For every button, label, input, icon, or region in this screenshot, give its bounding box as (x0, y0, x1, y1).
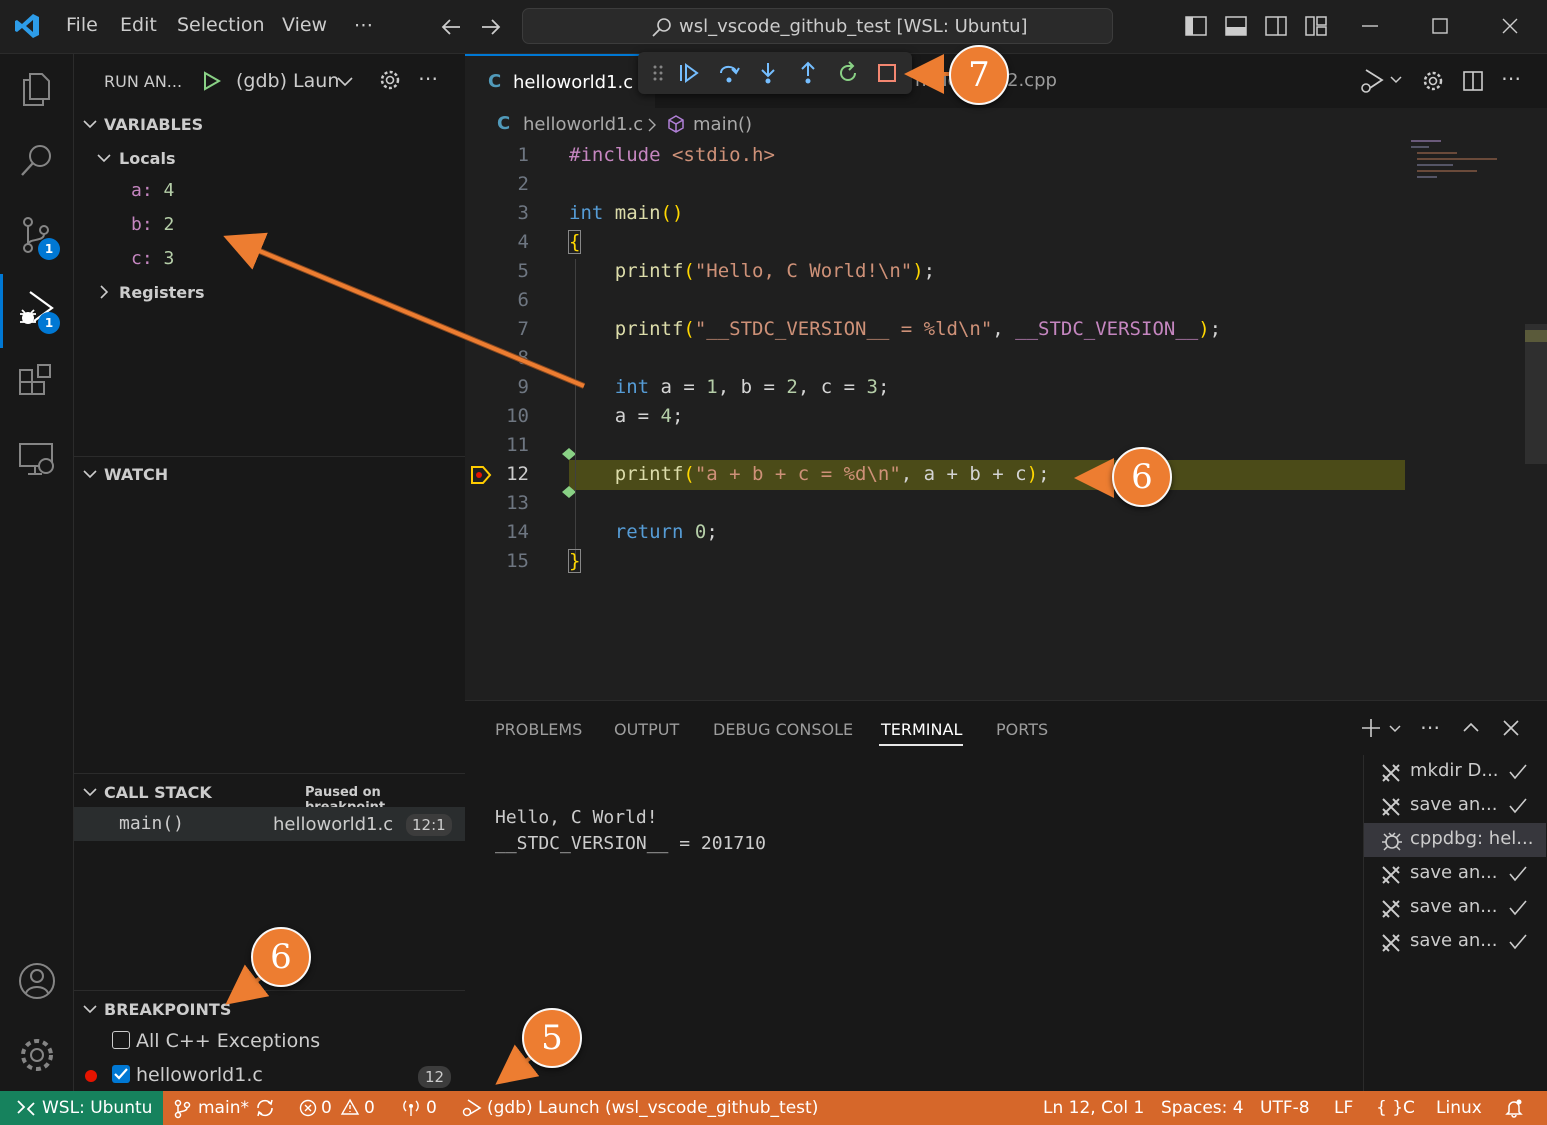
callout-5-statusbar: 5 (522, 1008, 582, 1068)
annotation-arrows (223, 54, 1120, 1085)
callout-6-breakpoints: 6 (251, 927, 311, 987)
callout-7: 7 (949, 45, 1009, 105)
callout-6-current-line: 6 (1112, 447, 1172, 507)
